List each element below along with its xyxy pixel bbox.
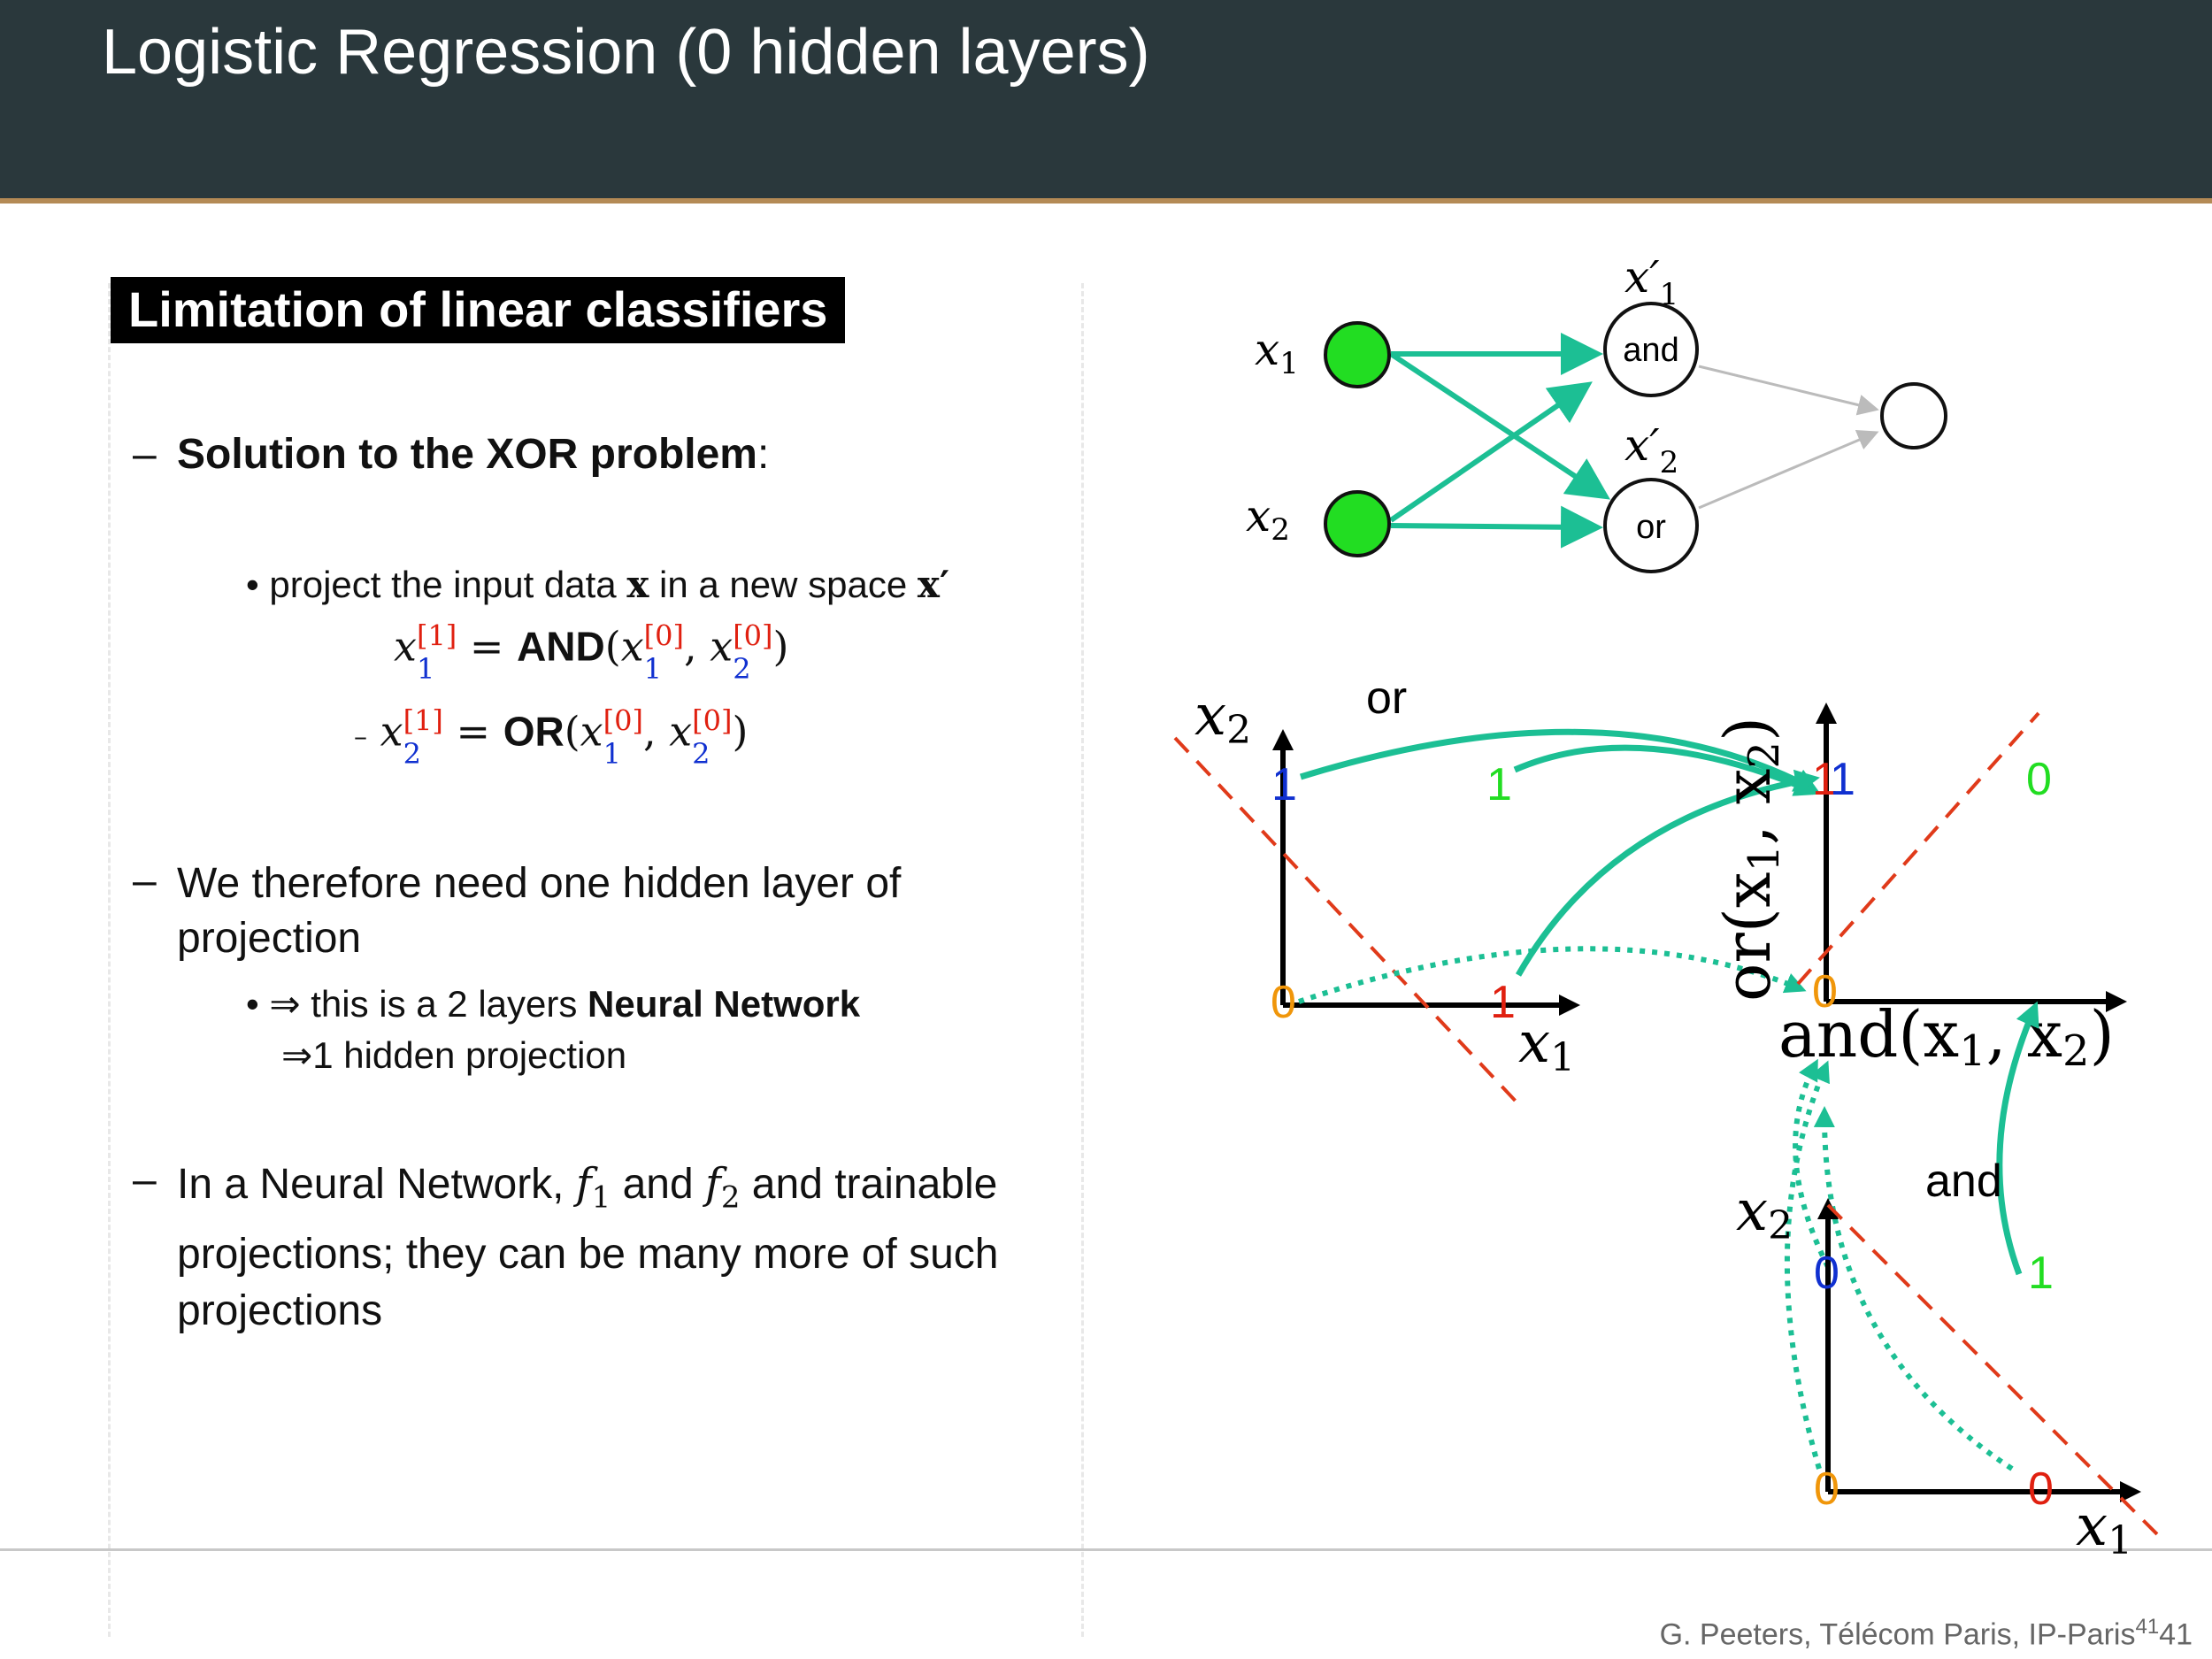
y-axis-label-bottom: x2 <box>1736 1179 1793 1248</box>
map-arrow-bottom-blue <box>1793 1058 1831 1269</box>
projected-green-0: 0 <box>2026 754 2052 805</box>
hidden-and-text: and <box>1623 332 1678 369</box>
point-red-1: 1 <box>1490 977 1516 1028</box>
input-node-x1 <box>1324 321 1391 388</box>
output-node <box>1880 382 1947 449</box>
footer-author: G. Peeters, Télécom Paris, IP-Paris <box>1659 1617 2136 1651</box>
edge-and-out <box>1698 365 1879 416</box>
neural-network: and or x1 x2 x′1 x′2 <box>1246 251 1947 573</box>
input-space-plot: x2 x1 or 1 1 0 1 <box>1173 672 1580 1110</box>
and-label: and <box>1925 1156 2002 1207</box>
input-label-x1: x1 <box>1255 324 1299 381</box>
slide-footer: G. Peeters, Télécom Paris, IP-Paris4141 <box>1660 1615 2193 1652</box>
edge-x2-or <box>1390 505 1603 549</box>
projected-orange-0: 0 <box>1812 966 1838 1018</box>
bottom-orange-0: 0 <box>1814 1463 1839 1515</box>
input-label-x2: x2 <box>1246 490 1290 548</box>
footer-page: 41 <box>2159 1617 2193 1651</box>
x-axis-label: x1 <box>1518 1010 1575 1080</box>
point-green-1: 1 <box>1486 759 1512 810</box>
hidden-label-x2p: x′2 <box>1624 419 1678 480</box>
edge-or-out <box>1698 429 1879 510</box>
footer-page-small: 41 <box>2135 1614 2160 1639</box>
x-axis-label-bottom: x1 <box>2076 1494 2132 1563</box>
hidden-or-text: or <box>1636 509 1666 546</box>
input-node-x2 <box>1324 490 1391 557</box>
diagram-canvas: and or x1 x2 x′1 x′2 x2 x1 or 1 1 0 1 or… <box>1173 251 2164 1563</box>
point-blue-1: 1 <box>1271 759 1297 810</box>
bottom-red-0: 0 <box>2028 1463 2054 1515</box>
y-axis-label: x2 <box>1194 683 1251 753</box>
bottom-blue-0: 0 <box>1814 1248 1839 1299</box>
projected-blue-1: 1 <box>1830 754 1855 805</box>
or-label: or <box>1366 672 1407 724</box>
projected-space-plot: or(x1, x2) and(x1, x2) 1 1 0 0 <box>1710 703 2127 1076</box>
bottom-green-1: 1 <box>2028 1248 2054 1299</box>
edge-x1-or <box>1389 351 1610 500</box>
point-orange-0: 0 <box>1271 977 1296 1028</box>
edge-x2-and <box>1389 381 1593 523</box>
decision-line <box>1173 736 1524 1110</box>
and-space-plot: x2 x1 and 0 1 0 0 <box>1736 1156 2164 1563</box>
